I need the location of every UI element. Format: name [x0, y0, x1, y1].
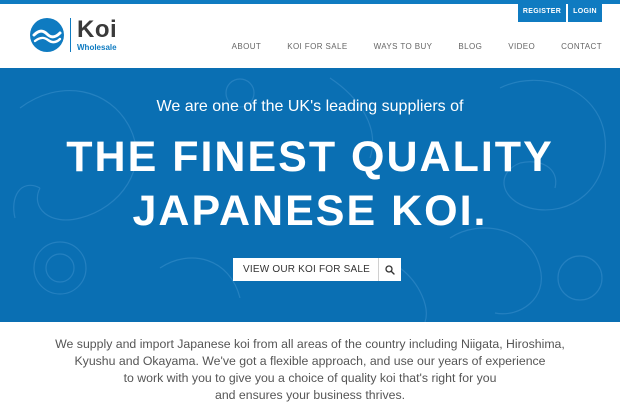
logo-divider [70, 18, 71, 52]
nav-blog[interactable]: BLOG [458, 42, 482, 51]
login-button[interactable]: LOGIN [568, 0, 602, 22]
logo-text: Koi Wholesale [77, 18, 117, 52]
view-koi-cta[interactable]: VIEW OUR KOI FOR SALE [233, 258, 401, 281]
site-logo[interactable]: Koi Wholesale [30, 18, 117, 52]
hero-banner: We are one of the UK's leading suppliers… [0, 68, 620, 322]
intro-line: Kyushu and Okayama. We've got a flexible… [74, 354, 546, 368]
nav-contact[interactable]: CONTACT [561, 42, 602, 51]
view-koi-button[interactable]: VIEW OUR KOI FOR SALE [233, 258, 378, 281]
logo-subtitle: Wholesale [77, 43, 117, 52]
hero-subtitle: We are one of the UK's leading suppliers… [156, 98, 464, 115]
hero-title-line-1: THE FINEST QUALITY [66, 133, 554, 181]
register-button[interactable]: REGISTER [518, 0, 566, 22]
search-icon[interactable] [379, 258, 401, 281]
intro-paragraph: We supply and import Japanese koi from a… [0, 336, 620, 404]
nav-video[interactable]: VIDEO [508, 42, 535, 51]
intro-line: and ensures your business thrives. [214, 388, 406, 402]
hero-title-line-2: JAPANESE KOI. [132, 187, 488, 235]
main-nav: ABOUT KOI FOR SALE WAYS TO BUY BLOG VIDE… [232, 42, 602, 51]
logo-name: Koi [77, 16, 118, 43]
nav-ways-to-buy[interactable]: WAYS TO BUY [374, 42, 433, 51]
intro-line: We supply and import Japanese koi from a… [55, 337, 565, 351]
wave-circle-icon [30, 18, 64, 52]
nav-koi-for-sale[interactable]: KOI FOR SALE [287, 42, 347, 51]
intro-line: to work with you to give you a choice of… [123, 371, 497, 385]
account-links: REGISTER LOGIN [518, 0, 602, 22]
nav-about[interactable]: ABOUT [232, 42, 262, 51]
